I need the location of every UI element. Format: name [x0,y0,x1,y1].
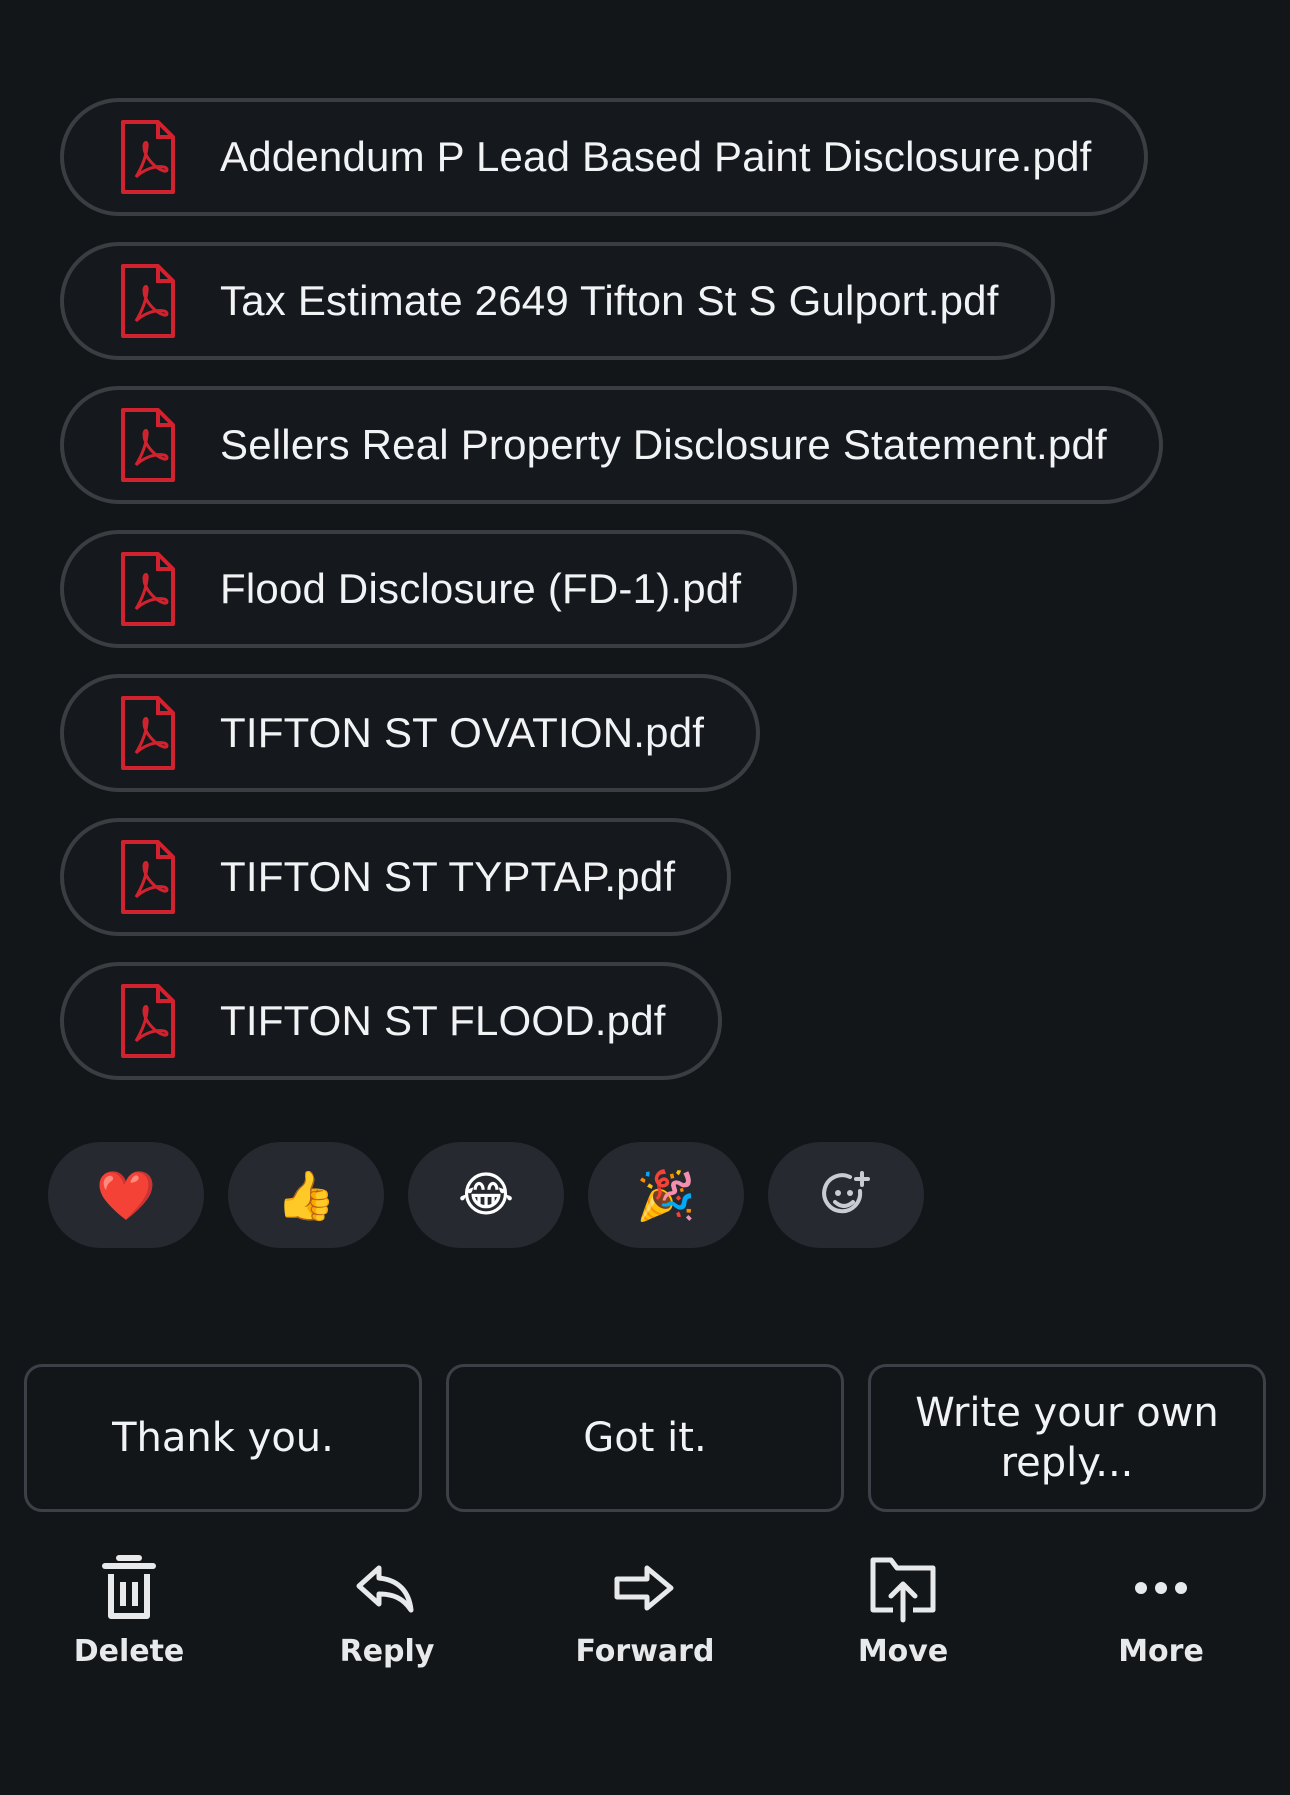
reply-label: Reply [339,1634,435,1669]
pdf-file-icon [121,984,175,1058]
attachment-item[interactable]: Tax Estimate 2649 Tifton St S Gulport.pd… [60,242,1055,360]
pdf-file-icon [121,840,175,914]
attachment-item[interactable]: Sellers Real Property Disclosure Stateme… [60,386,1163,504]
attachment-item[interactable]: Flood Disclosure (FD-1).pdf [60,530,798,648]
move-label: Move [857,1634,949,1669]
reaction-thumbs-up-button[interactable]: 👍 [228,1142,384,1248]
attachment-list: Addendum P Lead Based Paint Disclosure.p… [60,98,1240,1106]
move-button[interactable]: Move [774,1548,1032,1708]
forward-button[interactable]: Forward [516,1548,774,1708]
pdf-file-icon [121,408,175,482]
pdf-file-icon [121,552,175,626]
attachment-name: Addendum P Lead Based Paint Disclosure.p… [220,133,1092,180]
delete-button[interactable]: Delete [0,1548,258,1708]
forward-label: Forward [575,1634,715,1669]
add-reaction-button[interactable] [768,1142,924,1248]
add-emoji-icon [822,1171,870,1214]
reply-arrow-icon [356,1565,414,1613]
reaction-bar: ❤️ 👍 😂 🎉 [48,1142,924,1248]
party-popper-emoji: 🎉 [636,1169,696,1223]
move-folder-icon [870,1557,936,1623]
message-action-toolbar: Delete Reply Forward Move More [0,1548,1290,1708]
delete-label: Delete [73,1634,185,1669]
attachment-item[interactable]: TIFTON ST OVATION.pdf [60,674,761,792]
more-button[interactable]: More [1032,1548,1290,1708]
attachment-item[interactable]: TIFTON ST FLOOD.pdf [60,962,722,1080]
heart-emoji: ❤️ [96,1169,156,1223]
attachment-name: TIFTON ST TYPTAP.pdf [220,853,676,900]
reply-button[interactable]: Reply [258,1548,516,1708]
attachment-name: Tax Estimate 2649 Tifton St S Gulport.pd… [220,277,999,324]
pdf-file-icon [121,120,175,194]
reaction-heart-button[interactable]: ❤️ [48,1142,204,1248]
reaction-laugh-button[interactable]: 😂 [408,1142,564,1248]
quick-reply-got-it[interactable]: Got it. [446,1364,844,1512]
forward-arrow-icon [614,1565,674,1611]
quick-reply-bar: Thank you. Got it. Write your own reply.… [24,1364,1266,1512]
laughing-emoji: 😂 [457,1169,515,1222]
attachment-name: Sellers Real Property Disclosure Stateme… [220,421,1107,468]
reaction-party-button[interactable]: 🎉 [588,1142,744,1248]
attachment-name: TIFTON ST FLOOD.pdf [220,997,666,1044]
trash-icon [102,1555,156,1619]
quick-reply-write-own[interactable]: Write your own reply... [868,1364,1266,1512]
pdf-file-icon [121,264,175,338]
attachment-name: TIFTON ST OVATION.pdf [220,709,705,756]
more-dots-icon [1135,1582,1187,1594]
attachment-item[interactable]: TIFTON ST TYPTAP.pdf [60,818,732,936]
attachment-item[interactable]: Addendum P Lead Based Paint Disclosure.p… [60,98,1148,216]
more-label: More [1118,1634,1204,1669]
attachment-name: Flood Disclosure (FD-1).pdf [220,565,742,612]
quick-reply-thank-you[interactable]: Thank you. [24,1364,422,1512]
pdf-file-icon [121,696,175,770]
thumbs-up-emoji: 👍 [276,1169,336,1223]
